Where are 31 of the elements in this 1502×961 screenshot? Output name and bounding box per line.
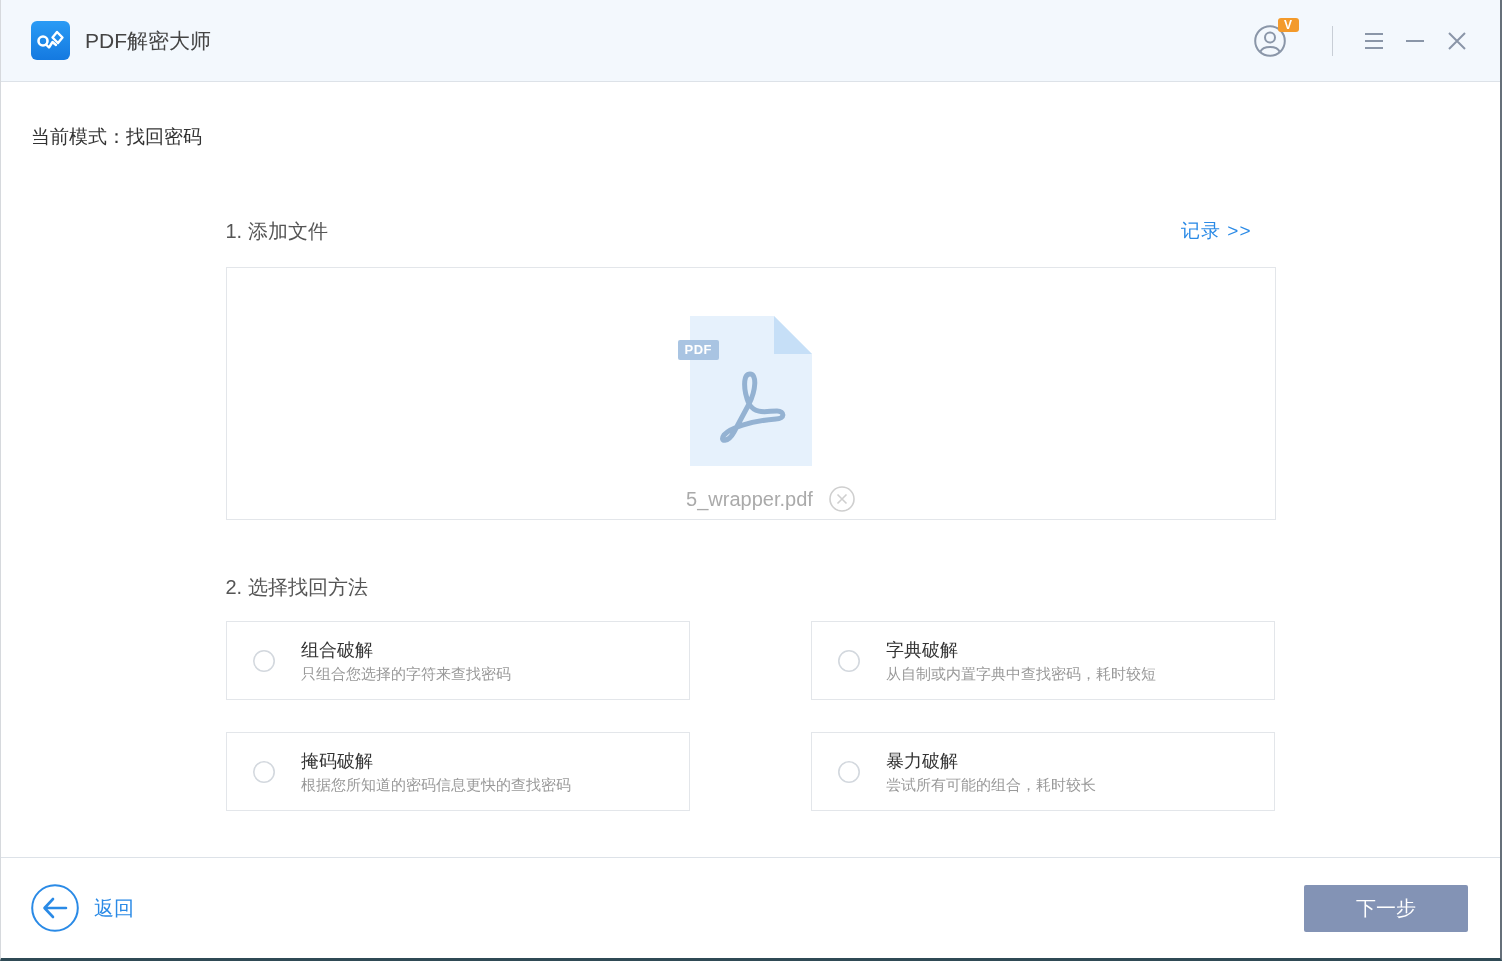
radio-button[interactable] [837, 649, 860, 672]
option-description: 从自制或内置字典中查找密码，耗时较短 [885, 663, 1156, 684]
history-link[interactable]: 记录 >> [1181, 219, 1252, 243]
user-avatar-icon[interactable] [1254, 24, 1286, 57]
section-title: 2. 选择找回方法 [225, 575, 368, 599]
vip-badge: V [1278, 17, 1299, 32]
app-logo-icon [31, 21, 70, 60]
app-title: PDF解密大师 [85, 27, 211, 54]
remove-file-icon[interactable] [828, 486, 855, 512]
radio-button[interactable] [837, 760, 860, 783]
option-description: 尝试所有可能的组合，耗时较长 [885, 774, 1096, 795]
back-button[interactable]: 返回 [31, 884, 134, 932]
method-option-card[interactable]: 暴力破解 尝试所有可能的组合，耗时较长 [810, 732, 1275, 811]
minimize-icon[interactable] [1406, 39, 1424, 42]
file-name: 5_wrapper.pdf [686, 487, 813, 511]
mode-label: 当前模式：找回密码 [31, 126, 202, 147]
option-title: 掩码破解 [300, 749, 374, 773]
method-option-card[interactable]: 字典破解 从自制或内置字典中查找密码，耗时较短 [810, 621, 1275, 700]
option-description: 只组合您选择的字符来查找密码 [300, 663, 511, 684]
radio-button[interactable] [252, 760, 275, 783]
option-title: 字典破解 [885, 638, 959, 662]
radio-button[interactable] [252, 649, 275, 672]
method-option-card[interactable]: 掩码破解 根据您所知道的密码信息更快的查找密码 [225, 732, 690, 811]
close-icon[interactable] [1448, 31, 1466, 50]
file-type-tag: PDF [677, 340, 719, 360]
section-title: 1. 添加文件 [225, 219, 328, 243]
option-title: 组合破解 [300, 638, 374, 662]
option-title: 暴力破解 [885, 749, 959, 773]
option-description: 根据您所知道的密码信息更快的查找密码 [300, 774, 571, 795]
menu-icon[interactable] [1364, 31, 1384, 50]
method-option-card[interactable]: 组合破解 只组合您选择的字符来查找密码 [225, 621, 690, 700]
